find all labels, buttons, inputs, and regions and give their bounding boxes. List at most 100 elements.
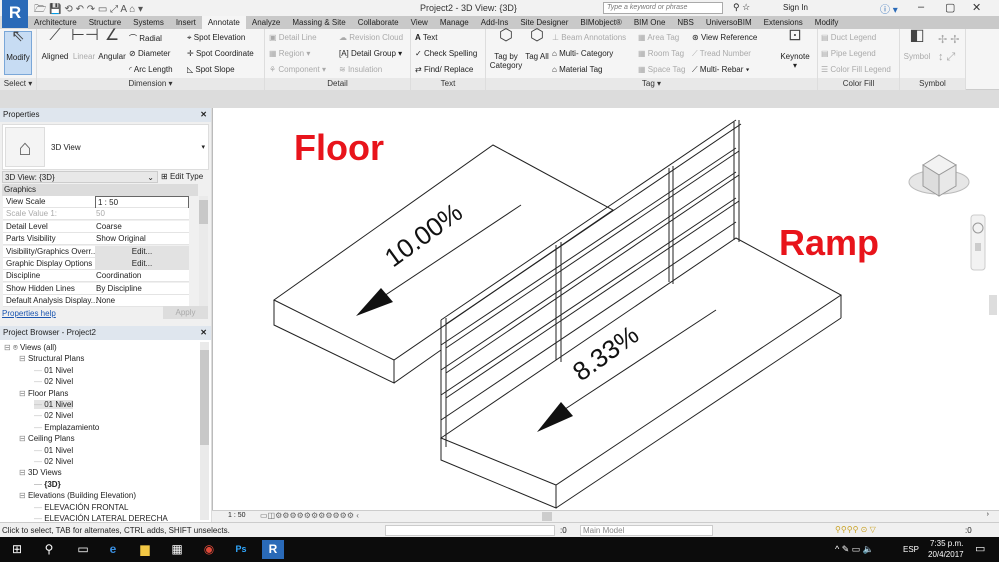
group-header-graphics[interactable]: Graphics — [2, 184, 198, 196]
tree-item[interactable]: — 02 Nivel — [34, 377, 73, 386]
check-spelling-button[interactable]: ✓ Check Spelling — [415, 49, 477, 58]
panel-label[interactable]: Dimension ▾ — [37, 78, 264, 90]
tree-item[interactable]: — 02 Nivel — [34, 457, 73, 466]
close-icon[interactable]: ✕ — [200, 326, 207, 340]
span-direction-icon[interactable]: ✢ ✢ — [938, 33, 960, 46]
panel-label[interactable]: Text — [411, 78, 485, 90]
keynote-button[interactable]: ⊡ Keynote ▾ — [776, 28, 814, 71]
spot-elevation-button[interactable]: ⌖ Spot Elevation — [187, 33, 245, 43]
properties-help-link[interactable]: Properties help — [2, 309, 56, 318]
radial-button[interactable]: ⌒ Radial — [129, 33, 162, 44]
clock-time[interactable]: 7:35 p.m. — [930, 539, 963, 548]
collapse-icon[interactable]: ⊟ — [19, 434, 28, 443]
viewcube-icon[interactable] — [908, 154, 970, 197]
color-fill-legend-button[interactable]: ☰ Color Fill Legend — [821, 65, 891, 74]
space-tag-button[interactable]: ▦ Space Tag — [638, 65, 685, 74]
clock-date[interactable]: 20/4/2017 — [928, 550, 964, 559]
tree-item[interactable]: — ELEVACIÓN FRONTAL — [34, 503, 128, 512]
tree-item[interactable]: ⊟ Ceiling Plans — [19, 434, 75, 443]
tab-systems[interactable]: Systems — [127, 16, 170, 29]
edit-type-button[interactable]: ⊞ Edit Type — [161, 172, 203, 181]
property-row[interactable]: Default Analysis Display... None — [3, 295, 189, 308]
selection-options-icons[interactable]: ⚲⚲⚲⚲ ⊙ ▽ — [835, 525, 876, 534]
language-indicator[interactable]: ESP — [903, 545, 919, 554]
tab-universobim[interactable]: UniversoBIM — [700, 16, 758, 29]
multi-category-button[interactable]: ⌂ Multi- Category — [552, 49, 613, 58]
property-row[interactable]: Parts Visibility Show Original — [3, 233, 189, 246]
arc-length-button[interactable]: ◜ Arc Length — [129, 65, 173, 74]
diameter-button[interactable]: ⊘ Diameter — [129, 49, 170, 58]
calculator-icon[interactable]: ▦ — [166, 540, 188, 559]
properties-scrollbar[interactable] — [199, 196, 208, 306]
chrome-icon[interactable]: ◉ — [198, 540, 220, 559]
property-row[interactable]: Show Hidden Lines By Discipline — [3, 282, 189, 295]
minimize-button[interactable]: – — [918, 1, 924, 13]
tab-bim-one[interactable]: BIM One — [628, 16, 672, 29]
tab-modify[interactable]: Modify — [809, 16, 845, 29]
beam-symbol-icon[interactable]: ↕ ⤢ — [938, 51, 955, 64]
chevron-down-icon[interactable]: ▾ — [201, 143, 205, 151]
tree-item[interactable]: ⊟ 3D Views — [19, 468, 62, 477]
detail-group-button[interactable]: [A] Detail Group ▾ — [339, 49, 402, 58]
duct-legend-button[interactable]: ▤ Duct Legend — [821, 33, 876, 42]
tab-bimobject-[interactable]: BIMobject® — [574, 16, 627, 29]
component-button[interactable]: ⚘ Component ▾ — [269, 65, 326, 74]
aligned-button[interactable]: ⟋ Aligned — [39, 28, 71, 62]
detail-line-button[interactable]: ▣ Detail Line — [269, 33, 317, 42]
revit-icon[interactable]: R — [262, 540, 284, 559]
pipe-legend-button[interactable]: ▤ Pipe Legend — [821, 49, 876, 58]
revision-cloud-button[interactable]: ☁ Revision Cloud — [339, 33, 403, 42]
type-preview[interactable]: ⌂ 3D View ▾ — [2, 124, 209, 170]
close-button[interactable]: ✕ — [972, 1, 981, 14]
scroll-right-icon[interactable]: › — [987, 511, 989, 518]
tab-view[interactable]: View — [405, 16, 434, 29]
collapse-icon[interactable]: ⊟ — [19, 468, 28, 477]
property-row[interactable]: Discipline Coordination — [3, 270, 189, 283]
tab-massing-site[interactable]: Massing & Site — [286, 16, 351, 29]
file-explorer-icon[interactable]: ▆ — [134, 540, 156, 559]
windows-start-icon[interactable]: ⊞ — [6, 540, 28, 559]
collapse-icon[interactable]: ⊟ — [19, 354, 28, 363]
property-row[interactable]: Graphic Display Options Edit... — [3, 258, 189, 270]
tab-analyze[interactable]: Analyze — [246, 16, 286, 29]
search-input[interactable]: Type a keyword or phrase — [603, 2, 723, 14]
tag-by-category-button[interactable]: ⬡ Tag by Category — [488, 28, 524, 71]
sign-in-button[interactable]: Sign In — [783, 3, 808, 12]
tab-annotate[interactable]: Annotate — [201, 16, 246, 29]
browser-scrollbar[interactable] — [200, 342, 209, 520]
edit-button[interactable]: Edit... — [95, 258, 189, 270]
apply-button[interactable]: Apply — [163, 306, 208, 319]
horizontal-scrollbar[interactable] — [542, 512, 552, 521]
tree-item[interactable]: — Emplazamiento — [34, 423, 99, 432]
tag-all-button[interactable]: ⬡ Tag All — [524, 28, 550, 62]
view-scale[interactable]: 1 : 50 — [228, 512, 246, 519]
tab-collaborate[interactable]: Collaborate — [352, 16, 405, 29]
find-replace-button[interactable]: ⇄ Find/ Replace — [415, 65, 473, 74]
collapse-icon[interactable]: ⊟ — [4, 343, 13, 352]
spot-slope-button[interactable]: ◺ Spot Slope — [187, 65, 235, 74]
design-option-dropdown[interactable]: Main Model — [580, 525, 713, 536]
tree-item[interactable]: — 01 Nivel — [34, 366, 73, 375]
instance-selector[interactable]: 3D View: {3D} ⌄ — [2, 171, 158, 183]
panel-label[interactable]: Select ▾ — [0, 78, 36, 90]
tree-item[interactable]: ⊟ Elevations (Building Elevation) — [19, 491, 136, 500]
tab-nbs[interactable]: NBS — [671, 16, 699, 29]
text-button[interactable]: A Text — [415, 33, 438, 42]
collapse-icon[interactable]: ⊟ — [19, 491, 28, 500]
help-icon[interactable]: ⓘ ▾ — [880, 1, 898, 16]
tree-item[interactable]: ⊟ Floor Plans — [19, 389, 68, 398]
modify-button[interactable]: ⇖ Modify — [4, 29, 32, 75]
tab-manage[interactable]: Manage — [434, 16, 475, 29]
tree-item[interactable]: ⊟ Structural Plans — [19, 354, 84, 363]
notifications-icon[interactable]: ▭ — [975, 542, 985, 555]
spot-coordinate-button[interactable]: ✛ Spot Coordinate — [187, 49, 254, 58]
tree-item[interactable]: — {3D} — [34, 480, 61, 489]
tab-insert[interactable]: Insert — [170, 16, 202, 29]
property-row[interactable]: Visibility/Graphics Overr... Edit... — [3, 245, 189, 258]
property-row[interactable]: Scale Value 1: 50 — [3, 208, 189, 221]
system-tray-icons[interactable]: ^ ✎ ▭ 🔈 — [835, 544, 874, 555]
tree-item[interactable]: — 01 Nivel — [34, 446, 73, 455]
application-menu-button[interactable]: R — [2, 0, 28, 28]
tree-item[interactable]: — 02 Nivel — [34, 411, 73, 420]
panel-label[interactable]: Tag ▾ — [486, 78, 817, 90]
